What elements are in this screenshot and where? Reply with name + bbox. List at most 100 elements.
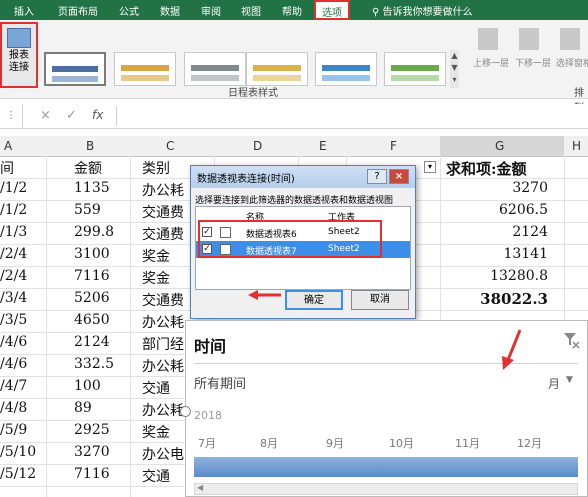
date-cell[interactable]: /1/3 (0, 224, 27, 240)
column-header-b[interactable]: B (86, 139, 94, 153)
category-cell[interactable]: 部门经 (142, 334, 184, 354)
clear-filter-icon[interactable] (562, 331, 580, 349)
help-button[interactable]: ? (367, 169, 387, 184)
category-cell[interactable]: 办公耗 (142, 180, 184, 200)
tab-options[interactable]: 选项 (314, 0, 350, 20)
date-cell[interactable]: /3/4 (0, 290, 27, 306)
timeline-style-4[interactable] (246, 52, 308, 86)
date-cell[interactable]: /1/2 (0, 202, 27, 218)
category-cell[interactable]: 奖金 (142, 422, 170, 442)
time-level-dropdown[interactable]: 月 (548, 375, 560, 392)
pivot-sum-cell[interactable]: 2124 (512, 224, 548, 240)
month-label[interactable]: 9月 (326, 435, 344, 451)
send-backward-button[interactable]: 下移一层 (515, 56, 551, 69)
pivot-sum-cell[interactable]: 6206.5 (499, 202, 548, 218)
pivot-sum-header[interactable]: 求和项:金额 (446, 158, 527, 179)
amount-cell[interactable]: 89 (74, 400, 92, 416)
bring-forward-button[interactable]: 上移一层 (473, 56, 509, 69)
column-header-d[interactable]: D (253, 139, 262, 153)
month-label[interactable]: 10月 (389, 435, 414, 451)
amount-cell[interactable]: 100 (74, 378, 101, 394)
month-label[interactable]: 8月 (260, 435, 278, 451)
category-cell[interactable]: 奖金 (142, 268, 170, 288)
amount-cell[interactable]: 2124 (74, 334, 110, 350)
column-header-g-selected[interactable]: G (495, 139, 504, 153)
amount-cell[interactable]: 7116 (74, 466, 110, 482)
category-cell[interactable]: 交通 (142, 378, 170, 398)
column-header-a[interactable]: A (4, 139, 12, 153)
column-header-h[interactable]: H (572, 139, 581, 153)
amount-cell[interactable]: 1135 (74, 180, 110, 196)
category-cell[interactable]: 类别 (142, 158, 170, 178)
category-cell[interactable]: 交通费 (142, 202, 184, 222)
date-cell[interactable]: /2/4 (0, 246, 27, 262)
month-label[interactable]: 11月 (455, 435, 480, 451)
date-cell[interactable]: /4/6 (0, 334, 27, 350)
pivot-sum-cell[interactable]: 13280.8 (490, 268, 548, 284)
gallery-scroll[interactable]: ▲ ▼ ▾ (450, 50, 459, 88)
month-label[interactable]: 12月 (517, 435, 542, 451)
tab-data[interactable]: 数据 (160, 3, 180, 18)
selection-pane-button[interactable]: 选择窗格 (556, 56, 588, 69)
category-cell[interactable]: 办公电 (142, 444, 184, 464)
tab-page-layout[interactable]: 页面布局 (58, 3, 98, 18)
timeline-style-2[interactable] (114, 52, 176, 86)
date-cell[interactable]: /4/8 (0, 400, 27, 416)
amount-cell[interactable]: 5206 (74, 290, 110, 306)
timeline-style-5[interactable] (315, 52, 377, 86)
formula-input[interactable] (116, 106, 588, 126)
amount-cell[interactable]: 金额 (74, 158, 102, 178)
date-cell[interactable]: /3/5 (0, 312, 27, 328)
amount-cell[interactable]: 4650 (74, 312, 110, 328)
insert-function-icon[interactable]: fx (92, 108, 103, 122)
category-cell[interactable]: 交通费 (142, 224, 184, 244)
chevron-down-icon[interactable]: ▼ (566, 375, 573, 385)
amount-cell[interactable]: 559 (74, 202, 101, 218)
column-header-f[interactable]: F (390, 139, 397, 153)
cancel-button[interactable]: 取消 (351, 290, 409, 310)
close-button[interactable]: × (389, 169, 409, 184)
tab-help[interactable]: 帮助 (282, 3, 302, 18)
tab-review[interactable]: 审阅 (201, 3, 221, 18)
name-box-dropdown[interactable]: ⋮ (0, 104, 23, 128)
amount-cell[interactable]: 2925 (74, 422, 110, 438)
tab-insert[interactable]: 插入 (14, 3, 34, 18)
column-header-e[interactable]: E (319, 139, 327, 153)
pivot-sum-cell[interactable]: 38022.3 (480, 290, 548, 308)
timeline-style-1[interactable] (44, 52, 106, 86)
timeline-style-6[interactable] (384, 52, 446, 86)
date-cell[interactable]: 间 (0, 158, 14, 178)
report-connections-button[interactable]: 报表 连接 (0, 22, 38, 88)
category-cell[interactable]: 办公耗 (142, 356, 184, 376)
category-cell[interactable]: 办公耗 (142, 400, 184, 420)
category-cell[interactable]: 交通 (142, 466, 170, 486)
amount-cell[interactable]: 3270 (74, 444, 110, 460)
date-cell[interactable]: /4/7 (0, 378, 27, 394)
timeline-selection-bar[interactable] (194, 457, 578, 477)
tell-me-box[interactable]: ⚲ 告诉我你想要做什么 (372, 3, 473, 18)
pivot-sum-cell[interactable]: 13141 (503, 246, 548, 262)
scroll-left-icon[interactable]: ◀ (197, 483, 203, 492)
date-cell[interactable]: /2/4 (0, 268, 27, 284)
date-cell[interactable]: /1/2 (0, 180, 27, 196)
timeline-slicer[interactable]: 时间 所有期间 月 ▼ 2018 7月 8月 9月 10月 11月 12月 ◀ (185, 320, 588, 497)
category-cell[interactable]: 办公耗 (142, 312, 184, 332)
amount-cell[interactable]: 332.5 (74, 356, 114, 372)
ok-button[interactable]: 确定 (285, 290, 343, 310)
timeline-style-3[interactable] (184, 52, 246, 86)
amount-cell[interactable]: 299.8 (74, 224, 114, 240)
enter-icon[interactable]: ✓ (66, 108, 77, 123)
date-cell[interactable]: /5/9 (0, 422, 27, 438)
category-cell[interactable]: 交通费 (142, 290, 184, 310)
column-header-c[interactable]: C (166, 139, 174, 153)
tab-view[interactable]: 视图 (241, 3, 261, 18)
category-cell[interactable]: 奖金 (142, 246, 170, 266)
resize-handle[interactable] (180, 406, 191, 417)
tab-formulas[interactable]: 公式 (119, 3, 139, 18)
pivot-sum-cell[interactable]: 3270 (512, 180, 548, 196)
amount-cell[interactable]: 7116 (74, 268, 110, 284)
date-cell[interactable]: /4/6 (0, 356, 27, 372)
timeline-scrollbar[interactable]: ◀ (194, 483, 578, 495)
amount-cell[interactable]: 3100 (74, 246, 110, 262)
date-cell[interactable]: /5/12 (0, 466, 36, 482)
